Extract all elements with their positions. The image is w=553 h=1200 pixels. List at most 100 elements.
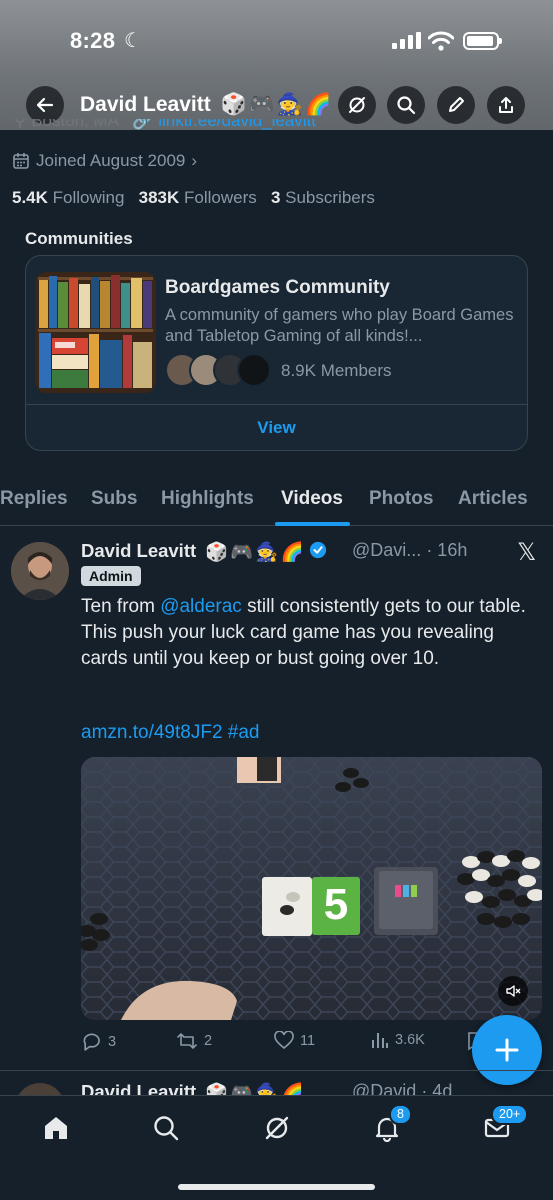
dice-emoji: 🎲: [205, 541, 229, 563]
notifications-badge: 8: [389, 1104, 412, 1125]
post-text-part: Ten from: [81, 596, 161, 617]
like-button[interactable]: 11: [274, 1031, 315, 1050]
post-link[interactable]: amzn.to/49t8JF2 #ad: [81, 722, 260, 744]
share-icon: [499, 97, 513, 113]
status-time: 8:28: [70, 28, 116, 53]
active-tab-indicator: [275, 522, 350, 526]
views-button[interactable]: 3.6K: [371, 1031, 425, 1049]
next-post-preview[interactable]: David Leavitt 🎲 🎮 🧙 🌈 @David · 4d: [0, 1070, 553, 1098]
pencil-icon: [449, 97, 464, 112]
joined-text: Joined August 2009: [36, 151, 186, 170]
post-time: · 16h: [426, 540, 468, 560]
game-controller-emoji: 🎮: [248, 93, 275, 117]
header-emojis: 🎲 🎮 🧙 🌈: [221, 93, 332, 117]
post-handle-line: @Davi... · 16h: [352, 540, 467, 561]
calendar-icon: [13, 153, 29, 169]
home-indicator: [178, 1184, 375, 1190]
profile-stats: 5.4K Following 383K Followers 3 Subscrib…: [12, 188, 375, 208]
repost-count: 2: [204, 1033, 213, 1049]
views-bar-chart-icon: [372, 1033, 388, 1048]
share-button[interactable]: [487, 86, 525, 124]
wizard-emoji: 🧙: [255, 541, 279, 563]
home-icon: [45, 1117, 67, 1139]
nav-grok[interactable]: [257, 1110, 297, 1146]
community-image: [35, 272, 156, 393]
tab-articles[interactable]: Articles: [458, 488, 528, 510]
profile-meta-line: ⚲ Boston, MA 🔗 linktr.ee/david_leavitt: [14, 119, 316, 133]
reply-count: 3: [108, 1033, 117, 1050]
wizard-emoji: 🧙: [276, 93, 304, 117]
following-stat[interactable]: 5.4K Following: [12, 188, 124, 207]
battery-icon: [463, 32, 502, 50]
arrow-left-icon: [36, 97, 54, 113]
dice-emoji: 🎲: [220, 93, 247, 117]
tab-photos[interactable]: Photos: [369, 488, 433, 510]
do-not-disturb-icon: ☾: [124, 30, 142, 52]
tab-videos[interactable]: Videos: [281, 488, 343, 510]
tab-replies[interactable]: Replies: [0, 488, 68, 510]
profile-link[interactable]: linktr.ee/david_leavitt: [158, 119, 316, 130]
post-author-name: David Leavitt: [81, 540, 197, 561]
location-icon: ⚲: [14, 119, 27, 130]
subscribers-stat[interactable]: 3 Subscribers: [271, 188, 375, 207]
repost-icon: [177, 1033, 197, 1049]
nav-notifications[interactable]: 8: [367, 1104, 412, 1146]
view-community-button[interactable]: View: [26, 406, 527, 450]
mute-button[interactable]: [498, 976, 528, 1006]
tab-subs[interactable]: Subs: [91, 488, 137, 510]
member-avatar: [237, 353, 271, 387]
header-name: David Leavitt: [80, 93, 211, 116]
joined-date[interactable]: Joined August 2009 ›: [12, 151, 197, 171]
community-description: A community of gamers who play Board Gam…: [165, 306, 514, 345]
nav-search[interactable]: [146, 1110, 186, 1146]
followers-count: 383K: [138, 188, 180, 207]
post-video[interactable]: 5: [81, 757, 542, 1020]
like-count: 11: [300, 1032, 316, 1049]
followers-label: Followers: [184, 188, 257, 207]
community-card[interactable]: Boardgames Community A community of game…: [25, 255, 528, 451]
post-author-avatar[interactable]: [11, 542, 69, 600]
header-title: David Leavitt 🎲 🎮 🧙 🌈: [80, 93, 331, 117]
rainbow-emoji: 🌈: [305, 93, 332, 117]
following-count: 5.4K: [12, 188, 48, 207]
repost-button[interactable]: 2: [176, 1031, 212, 1051]
grok-button[interactable]: [338, 86, 376, 124]
tab-highlights[interactable]: Highlights: [161, 488, 254, 510]
divider: [26, 404, 527, 405]
followers-stat[interactable]: 383K Followers: [139, 188, 257, 207]
communities-heading: Communities: [25, 229, 133, 248]
grok-icon: [265, 1116, 289, 1140]
nav-messages[interactable]: 20+: [477, 1104, 529, 1146]
plus-icon: [495, 1038, 519, 1062]
community-name: Boardgames Community: [165, 277, 390, 298]
subscribers-label: Subscribers: [285, 188, 375, 207]
heart-icon: [274, 1031, 294, 1050]
speaker-muted-icon: [506, 985, 521, 997]
post-mention[interactable]: @alderac: [160, 596, 242, 617]
card-number-text: 5: [324, 880, 348, 929]
post-actions: 3 2 11 3.6K: [81, 1031, 501, 1055]
following-label: Following: [52, 188, 125, 207]
grok-icon: [349, 97, 365, 113]
admin-badge: Admin: [81, 566, 141, 586]
messages-badge: 20+: [491, 1104, 529, 1125]
search-icon: [154, 1116, 179, 1141]
post-text: Ten from @alderac still consistently get…: [81, 594, 531, 672]
search-button[interactable]: [387, 86, 425, 124]
profile-tabs: Replies Subs Highlights Videos Photos Ar…: [0, 478, 553, 526]
link-icon: 🔗: [132, 119, 154, 130]
nav-home[interactable]: [36, 1110, 76, 1146]
x-logo-icon: 𝕏: [517, 539, 537, 566]
game-controller-emoji: 🎮: [230, 541, 254, 563]
search-icon: [397, 96, 416, 115]
rainbow-emoji: 🌈: [280, 541, 304, 563]
post-handle[interactable]: @Davi...: [352, 540, 421, 560]
reply-button[interactable]: 3: [81, 1031, 116, 1052]
community-members: 8.9K Members: [281, 361, 392, 380]
edit-button[interactable]: [437, 86, 475, 124]
post-author-name-line[interactable]: David Leavitt 🎲 🎮 🧙 🌈: [81, 540, 327, 563]
verified-badge-icon: [309, 541, 326, 559]
reply-icon: [83, 1033, 100, 1051]
wifi-icon: [428, 31, 454, 51]
chevron-right-icon: ›: [191, 151, 198, 170]
